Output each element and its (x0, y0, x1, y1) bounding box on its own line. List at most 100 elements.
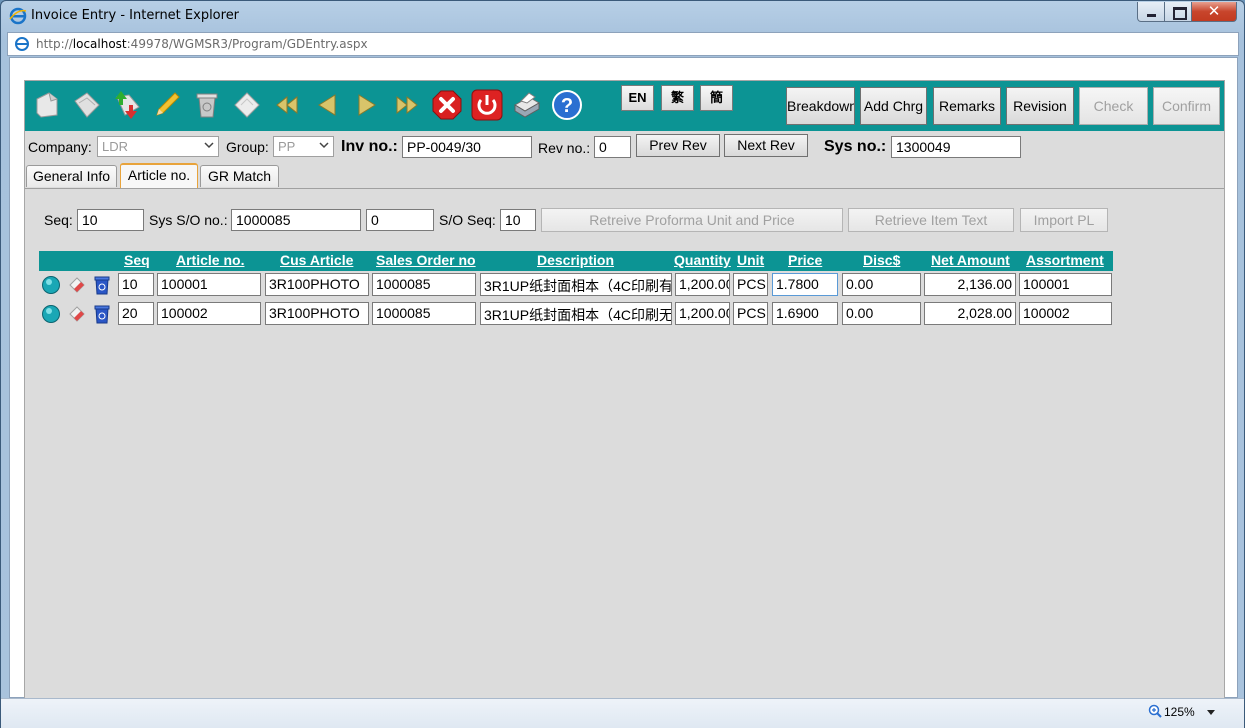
revision-button[interactable]: Revision (1006, 87, 1074, 125)
col-cus-article[interactable]: Cus Article (280, 252, 353, 268)
edit-pencil-icon[interactable] (151, 89, 183, 121)
new-document-icon[interactable] (31, 89, 63, 121)
maximize-button[interactable] (1165, 2, 1192, 22)
next-record-icon[interactable] (351, 89, 383, 121)
group-label: Group: (226, 139, 269, 155)
url-text: http://localhost:49978/WGMSR3/Program/GD… (36, 37, 368, 51)
col-seq[interactable]: Seq (124, 252, 150, 268)
import-pl-button[interactable]: Import PL (1020, 208, 1108, 232)
col-article-no[interactable]: Article no. (176, 252, 244, 268)
sys-so-extra-field[interactable]: 0 (366, 209, 434, 231)
minimize-button[interactable] (1137, 2, 1165, 22)
clear-eraser-icon[interactable] (231, 89, 263, 121)
chevron-down-icon (204, 142, 214, 149)
cancel-icon[interactable] (431, 89, 463, 121)
sys-so-field[interactable]: 1000085 (231, 209, 361, 231)
status-bar: 125% (1, 698, 1244, 728)
revision-number-label: Rev no.: (538, 140, 591, 156)
col-net-amount[interactable]: Net Amount (931, 252, 1010, 268)
recycle-bin-icon[interactable] (191, 89, 223, 121)
address-bar[interactable]: http://localhost:49978/WGMSR3/Program/GD… (7, 32, 1239, 56)
tab-article-no[interactable]: Article no. (120, 163, 198, 188)
cell-net-amount[interactable]: 2,136.00 (924, 273, 1016, 296)
group-select[interactable]: PP (273, 136, 334, 157)
revision-number-field[interactable]: 0 (594, 136, 631, 158)
cell-article-no[interactable]: 100001 (157, 273, 261, 296)
help-icon[interactable]: ? (551, 89, 583, 121)
zoom-level[interactable]: 125% (1164, 705, 1195, 719)
table-row: 20 100002 3R100PHOTO 1000085 3R1UP纸封面相本（… (39, 300, 1113, 328)
select-row-icon[interactable] (41, 304, 61, 324)
grid-header: Seq Article no. Cus Article Sales Order … (39, 251, 1113, 271)
cell-quantity[interactable]: 1,200.00 (675, 273, 730, 296)
power-exit-icon[interactable] (471, 89, 503, 121)
cell-seq[interactable]: 10 (118, 273, 154, 296)
company-value: LDR (102, 139, 129, 154)
cell-cus-article[interactable]: 3R100PHOTO (265, 273, 369, 296)
cell-price[interactable]: 1.6900 (772, 302, 838, 325)
remarks-button[interactable]: Remarks (933, 87, 1001, 125)
cell-seq[interactable]: 20 (118, 302, 154, 325)
lang-traditional-button[interactable]: 繁 (661, 85, 694, 111)
lang-en-button[interactable]: EN (621, 85, 654, 111)
seq-label: Seq: (44, 212, 73, 228)
cell-disc[interactable]: 0.00 (842, 273, 921, 296)
col-description[interactable]: Description (537, 252, 614, 268)
delete-row-icon[interactable] (92, 304, 112, 324)
col-sales-order-no[interactable]: Sales Order no (376, 252, 476, 268)
system-number-field[interactable]: 1300049 (891, 136, 1021, 158)
col-assortment[interactable]: Assortment (1026, 252, 1104, 268)
retrieve-item-text-button[interactable]: Retrieve Item Text (848, 208, 1014, 232)
clear-row-icon[interactable] (67, 275, 87, 295)
add-charge-button[interactable]: Add Chrg (860, 87, 927, 125)
cell-quantity[interactable]: 1,200.00 (675, 302, 730, 325)
invoice-number-field[interactable]: PP-0049/30 (402, 136, 532, 158)
cell-price[interactable]: 1.7800 (772, 273, 838, 296)
cell-unit[interactable]: PCS (733, 302, 768, 325)
lang-simplified-button[interactable]: 簡 (700, 85, 733, 111)
clear-row-icon[interactable] (67, 304, 87, 324)
first-record-icon[interactable] (271, 89, 303, 121)
main-toolbar: ? EN 繁 簡 Breakdown Add Chrg Remarks Revi… (25, 81, 1224, 131)
sys-so-label: Sys S/O no.: (149, 212, 228, 228)
cell-description[interactable]: 3R1UP纸封面相本（4C印刷无 (480, 302, 672, 325)
cell-description[interactable]: 3R1UP纸封面相本（4C印刷有 (480, 273, 672, 296)
print-icon[interactable] (511, 89, 543, 121)
so-seq-field[interactable]: 10 (500, 209, 536, 231)
cell-sales-order-no[interactable]: 1000085 (372, 273, 476, 296)
cell-assortment[interactable]: 100002 (1019, 302, 1112, 325)
last-record-icon[interactable] (391, 89, 423, 121)
cell-net-amount[interactable]: 2,028.00 (924, 302, 1016, 325)
company-select[interactable]: LDR (97, 136, 219, 157)
cell-disc[interactable]: 0.00 (842, 302, 921, 325)
delete-row-icon[interactable] (92, 275, 112, 295)
breakdown-button[interactable]: Breakdown (786, 87, 855, 125)
system-number-label: Sys no.: (824, 138, 887, 155)
check-button[interactable]: Check (1079, 87, 1148, 125)
tab-general-info[interactable]: General Info (26, 165, 117, 187)
col-unit[interactable]: Unit (737, 252, 764, 268)
next-rev-button[interactable]: Next Rev (724, 134, 808, 157)
retrieve-proforma-button[interactable]: Retreive Proforma Unit and Price (541, 208, 843, 232)
cell-sales-order-no[interactable]: 1000085 (372, 302, 476, 325)
cell-cus-article[interactable]: 3R100PHOTO (265, 302, 369, 325)
cell-assortment[interactable]: 100001 (1019, 273, 1112, 296)
tab-gr-match[interactable]: GR Match (200, 165, 279, 187)
zoom-icon[interactable] (1148, 704, 1162, 718)
seq-field[interactable]: 10 (77, 209, 144, 231)
col-quantity[interactable]: Quantity (674, 252, 731, 268)
window-title: Invoice Entry - Internet Explorer (31, 8, 240, 23)
zoom-dropdown-icon[interactable] (1207, 710, 1215, 715)
prev-rev-button[interactable]: Prev Rev (636, 134, 720, 157)
col-price[interactable]: Price (788, 252, 822, 268)
cell-unit[interactable]: PCS (733, 273, 768, 296)
open-document-icon[interactable] (71, 89, 103, 121)
close-window-button[interactable]: ✕ (1192, 2, 1237, 22)
cell-article-no[interactable]: 100002 (157, 302, 261, 325)
browser-window: Invoice Entry - Internet Explorer ✕ http… (0, 0, 1245, 728)
select-row-icon[interactable] (41, 275, 61, 295)
previous-record-icon[interactable] (311, 89, 343, 121)
transfer-icon[interactable] (111, 89, 143, 121)
col-disc[interactable]: Disc$ (863, 252, 900, 268)
confirm-button[interactable]: Confirm (1153, 87, 1220, 125)
